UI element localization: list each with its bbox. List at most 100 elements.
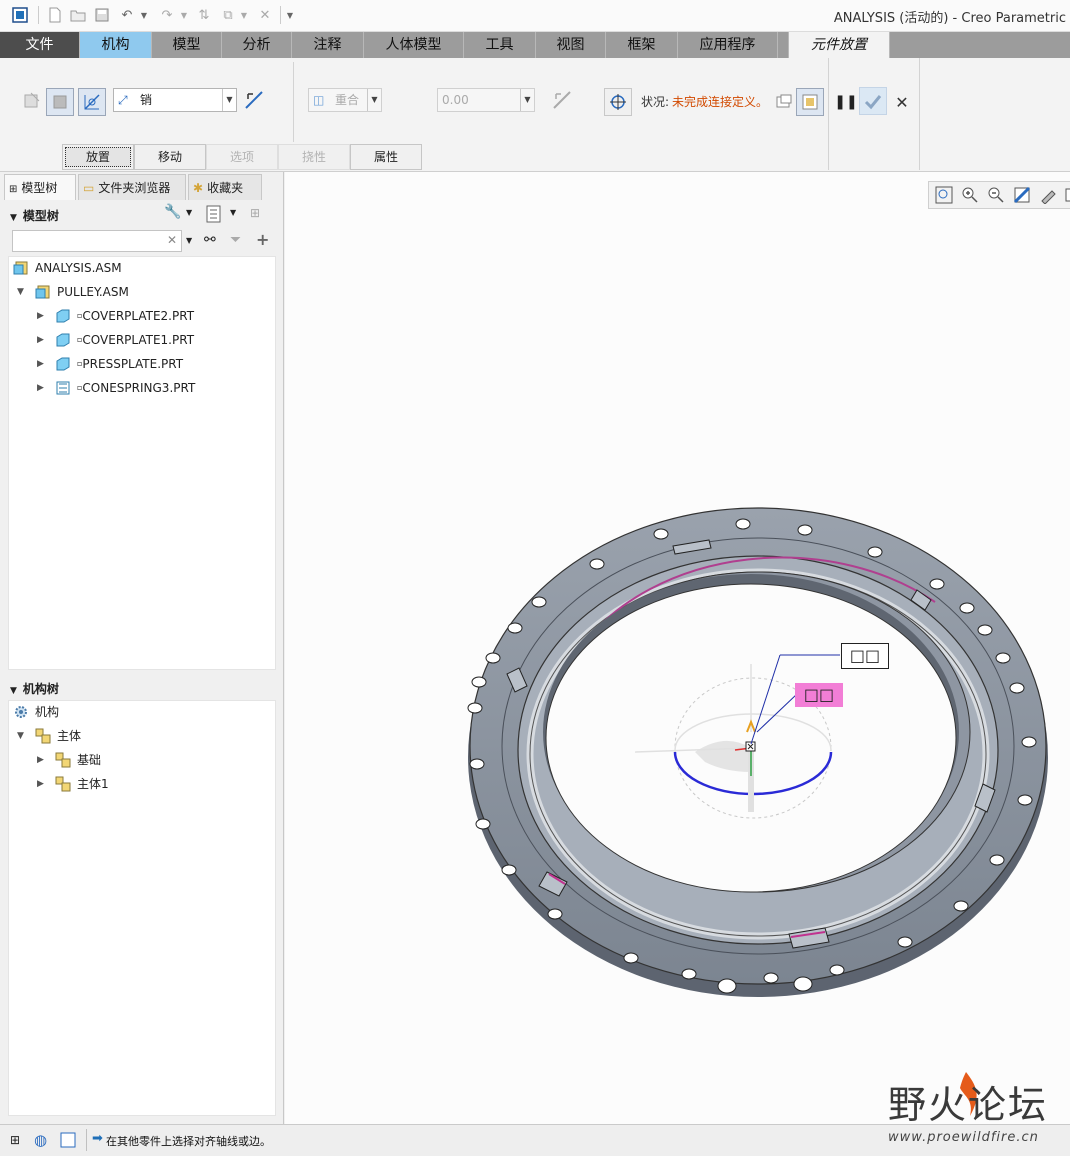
favorites-icon: ✱ (193, 181, 204, 195)
pause-icon[interactable]: ❚❚ (834, 90, 858, 114)
tab-view[interactable]: 视图 (536, 32, 606, 58)
tab-analysis[interactable]: 分析 (222, 32, 292, 58)
message-arrow-icon: ➡ (92, 1131, 103, 1146)
undo-icon[interactable]: ↶ (116, 5, 138, 25)
model-tree-search-input[interactable]: ✕ (12, 230, 182, 252)
tree-row-pressplate[interactable]: ▶ ▫ PRESSPLATE.PRT (37, 353, 183, 375)
subtab-placement[interactable]: 放置 (62, 144, 134, 170)
folder-icon: ▭ (83, 181, 95, 195)
tab-model[interactable]: 模型 (152, 32, 222, 58)
subtab-move[interactable]: 移动 (134, 144, 206, 170)
chevron-down-icon: ▼ (222, 89, 236, 111)
tree-label: CONESPRING3.PRT (82, 381, 196, 395)
expand-icon[interactable]: ▶ (37, 377, 47, 399)
qa-separator (280, 6, 281, 24)
browser-toggle-icon[interactable]: ◍ (34, 1131, 47, 1149)
settings-dropdown-icon[interactable]: ▼ (186, 208, 192, 217)
filter-icon[interactable]: ⏷ (230, 232, 241, 248)
tree-row-analysis[interactable]: ANALYSIS.ASM (13, 257, 122, 279)
clear-icon[interactable]: ✕ (167, 233, 177, 247)
fullscreen-icon[interactable] (60, 1132, 76, 1151)
show-dropdown-icon[interactable]: ▼ (230, 208, 236, 217)
cancel-icon[interactable]: ✕ (890, 90, 914, 114)
model-tree-header[interactable]: ▼ 模型树 (10, 207, 59, 224)
confirm-check-icon[interactable] (859, 87, 887, 115)
move-component-icon[interactable] (604, 88, 632, 116)
redo-icon[interactable]: ↷ (156, 5, 178, 25)
subtab-properties[interactable]: 属性 (350, 144, 422, 170)
assembly-window-icon[interactable] (796, 88, 824, 116)
mech-row-bodies[interactable]: ▼ 主体 (17, 725, 81, 747)
tab-frame[interactable]: 框架 (606, 32, 678, 58)
separate-window-icon[interactable] (772, 90, 796, 114)
model-canvas (467, 507, 1048, 997)
subtab-flexibility[interactable]: 挠性 (278, 144, 350, 170)
expand-icon[interactable]: ▶ (37, 749, 47, 771)
divider (828, 58, 829, 170)
tab-mechanism[interactable]: 机构 (80, 32, 152, 58)
flip-offset-icon[interactable] (550, 88, 574, 112)
tree-row-coverplate1[interactable]: ▶ ▫ COVERPLATE1.PRT (37, 329, 194, 351)
save-icon[interactable] (92, 5, 112, 25)
collapse-icon: ▼ (10, 213, 17, 223)
mech-tree-list: 机构 ▼ 主体 ▶ 基础 ▶ 主体1 (8, 700, 276, 1116)
tree-label: PULLEY.ASM (57, 285, 129, 299)
find-binoculars-icon[interactable]: ⚯ (204, 232, 216, 248)
app-icon[interactable] (10, 5, 30, 25)
add-icon[interactable]: + (256, 230, 269, 249)
tab-applications[interactable]: 应用程序 (678, 32, 778, 58)
tab-annotate[interactable]: 注释 (292, 32, 364, 58)
collapse-icon[interactable]: ▼ (17, 725, 27, 747)
tab-tools[interactable]: 工具 (464, 32, 536, 58)
subtab-options[interactable]: 选项 (206, 144, 278, 170)
mech-row-mechanism[interactable]: 机构 (13, 701, 59, 723)
tab-file[interactable]: 文件 (0, 32, 80, 58)
undo-dropdown-icon[interactable]: ▼ (138, 5, 150, 25)
close-window-icon[interactable]: ✕ (256, 5, 274, 25)
customize-qa-icon[interactable]: ▼ (284, 5, 296, 25)
mech-tree-header[interactable]: ▼ 机构树 (10, 680, 59, 697)
tree-row-conespring3[interactable]: ▶ ▫ CONESPRING3.PRT (37, 377, 195, 399)
part-icon (55, 332, 71, 348)
flip-constraint-icon[interactable] (242, 88, 266, 112)
tab-folder-browser[interactable]: ▭ 文件夹浏览器 (78, 174, 186, 200)
tab-favorites[interactable]: ✱ 收藏夹 (188, 174, 262, 200)
expand-icon[interactable]: ▶ (37, 773, 47, 795)
graphics-window[interactable]: □□ □□ (285, 172, 1070, 1124)
connection-type-select[interactable]: ⤢ 销 ▼ (113, 88, 237, 112)
offset-input[interactable]: 0.00 ▼ (437, 88, 535, 112)
windows-dropdown-icon[interactable]: ▼ (238, 5, 250, 25)
mech-label: 基础 (77, 753, 102, 767)
tree-row-pulley[interactable]: ▼ PULLEY.ASM (17, 281, 129, 303)
tree-columns-icon[interactable]: ⊞ (250, 206, 260, 220)
tree-row-coverplate2[interactable]: ▶ ▫ COVERPLATE2.PRT (37, 305, 194, 327)
mechanism-connection-icon[interactable] (78, 88, 106, 116)
tab-manikin[interactable]: 人体模型 (364, 32, 464, 58)
expand-icon[interactable]: ▶ (37, 305, 47, 327)
ribbon-tabs: 文件 机构 模型 分析 注释 人体模型 工具 视图 框架 应用程序 元件放置 (0, 32, 1070, 58)
regenerate-icon[interactable]: ⇅ (194, 5, 214, 25)
expand-icon[interactable]: ▶ (37, 353, 47, 375)
mech-row-ground[interactable]: ▶ 基础 (37, 749, 101, 771)
navigator-toggle-icon[interactable]: ⊞ (10, 1133, 20, 1147)
redo-dropdown-icon[interactable]: ▼ (178, 5, 190, 25)
constraint-option-select[interactable]: ◫ 重合 ▼ (308, 88, 382, 112)
mech-row-body1[interactable]: ▶ 主体1 (37, 773, 109, 795)
bodies-icon (35, 728, 51, 744)
open-file-icon[interactable] (68, 5, 88, 25)
tab-component-placement[interactable]: 元件放置 (788, 32, 890, 58)
tree-label: PRESSPLATE.PRT (82, 357, 184, 371)
new-file-icon[interactable] (46, 5, 64, 25)
rigid-connection-icon[interactable] (46, 88, 74, 116)
collapse-icon[interactable]: ▼ (17, 281, 27, 303)
settings-icon[interactable]: 🔧 (164, 204, 181, 220)
window-title: ANALYSIS (活动的) - Creo Parametric (833, 11, 1066, 26)
model-tree-title: 模型树 (22, 209, 59, 223)
tab-model-tree[interactable]: ⊞ 模型树 (4, 174, 76, 200)
show-icon[interactable] (206, 205, 222, 226)
windows-icon[interactable]: ⧉ (218, 5, 238, 25)
tree-label: ANALYSIS.ASM (35, 261, 122, 275)
search-dropdown-icon[interactable]: ▼ (186, 236, 192, 245)
user-defined-set-icon[interactable] (20, 88, 44, 112)
expand-icon[interactable]: ▶ (37, 329, 47, 351)
